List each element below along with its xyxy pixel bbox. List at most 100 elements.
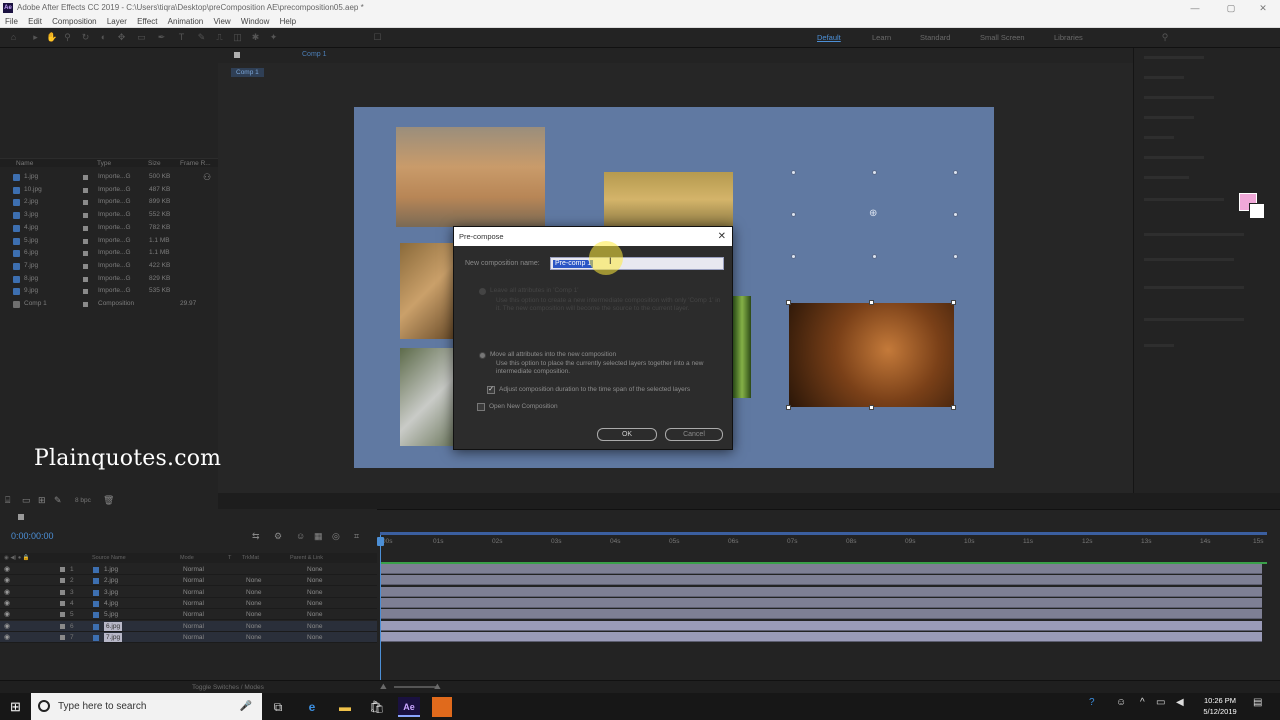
playhead-marker[interactable] (377, 537, 384, 546)
flowchart-icon[interactable]: ⚇ (203, 172, 211, 183)
composition-mini-flowchart-icon[interactable]: ⇆ (252, 531, 260, 542)
new-composition-name-input[interactable]: Pre-comp 1 (550, 257, 724, 270)
layer-row[interactable]: ◉ 2 2.jpg Normal None None (0, 575, 377, 587)
selection-handle[interactable] (786, 405, 791, 410)
pen-tool-icon[interactable]: ✒ (156, 32, 167, 43)
toggle-switches-modes-button[interactable]: Toggle Switches / Modes (192, 684, 264, 691)
close-icon[interactable]: ✕ (718, 227, 726, 246)
volume-icon[interactable]: ◀ (1176, 697, 1184, 708)
transform-handle[interactable] (872, 170, 877, 175)
project-item[interactable]: 5.jpg Importe...G 1.1 MB (0, 235, 218, 248)
butterfly-photo-layer[interactable] (400, 348, 454, 446)
draft-3d-icon[interactable]: ⚙ (274, 531, 282, 542)
maximize-button[interactable]: ▢ (1214, 0, 1248, 16)
eye-icon[interactable]: ◉ (4, 598, 10, 609)
project-item[interactable]: 3.jpg Importe...G 552 KB (0, 209, 218, 222)
project-item[interactable]: 10.jpg Importe...G 487 KB (0, 184, 218, 197)
eye-icon[interactable]: ◉ (4, 632, 10, 643)
trkmat-select[interactable]: None (246, 587, 262, 598)
workspace-default[interactable]: Default (817, 33, 841, 42)
project-item[interactable]: 7.jpg Importe...G 422 KB (0, 260, 218, 273)
current-time-display[interactable]: 0:00:00:00 (11, 531, 54, 541)
mode-select[interactable]: Normal (183, 564, 204, 575)
people-icon[interactable]: ☺ (1116, 697, 1126, 708)
layer-duration-bar-selected[interactable] (381, 620, 1262, 631)
col-t[interactable]: T (228, 555, 231, 561)
eye-icon[interactable]: ◉ (4, 575, 10, 586)
menu-layer[interactable]: Layer (107, 16, 127, 27)
selection-handle[interactable] (951, 300, 956, 305)
layer-duration-bar[interactable] (381, 597, 1262, 608)
cancel-button[interactable]: Cancel (665, 428, 723, 441)
menu-animation[interactable]: Animation (168, 16, 204, 27)
transform-handle[interactable] (791, 170, 796, 175)
layer-duration-bar[interactable] (381, 575, 1262, 586)
mode-select[interactable]: Normal (183, 621, 204, 632)
col-source-name[interactable]: Source Name (92, 555, 126, 561)
project-item[interactable]: 9.jpg Importe...G 535 KB (0, 285, 218, 298)
new-folder-icon[interactable]: ▭ (22, 495, 31, 506)
graph-editor-icon[interactable]: ⌗ (354, 531, 359, 542)
puppet-tool-icon[interactable]: ✦ (268, 32, 279, 43)
layer-row-selected[interactable]: ◉ 6 6.jpg Normal None None (0, 620, 377, 632)
eraser-tool-icon[interactable]: ◫ (232, 32, 243, 43)
project-item[interactable]: 6.jpg Importe...G 1.1 MB (0, 247, 218, 260)
after-effects-taskbar-icon[interactable]: Ae (398, 697, 420, 717)
mode-select[interactable]: Normal (183, 598, 204, 609)
col-parent-link[interactable]: Parent & Link (290, 555, 323, 561)
project-item[interactable]: Comp 1 Composition 29.97 (0, 298, 218, 311)
ok-button[interactable]: OK (597, 428, 657, 441)
brush-tool-icon[interactable]: ✎ (196, 32, 207, 43)
col-frame-rate[interactable]: Frame R... (180, 160, 211, 167)
zoom-slider[interactable] (394, 686, 439, 688)
close-window-button[interactable]: ✕ (1246, 0, 1280, 16)
home-icon[interactable]: ⌂ (8, 32, 19, 43)
layer-row[interactable]: ◉ 1 1.jpg Normal None (0, 564, 377, 575)
parent-select[interactable]: None (307, 632, 323, 643)
type-tool-icon[interactable]: T (176, 32, 187, 43)
selection-handle[interactable] (951, 405, 956, 410)
selection-handle[interactable] (786, 300, 791, 305)
col-size[interactable]: Size (148, 160, 161, 167)
trash-icon[interactable]: 🗑 (103, 495, 114, 506)
project-item[interactable]: 4.jpg Importe...G 782 KB (0, 222, 218, 235)
motion-blur-icon[interactable]: ◎ (332, 531, 340, 542)
selection-tool-icon[interactable]: ▸ (30, 32, 41, 43)
tab-composition[interactable]: Comp 1 (302, 51, 327, 58)
lion-photo-layer[interactable] (789, 303, 954, 407)
trkmat-select[interactable]: None (246, 575, 262, 586)
comp-navigator-tab[interactable]: Comp 1 (231, 68, 264, 77)
sheep-photo-layer[interactable] (604, 172, 733, 227)
clone-stamp-tool-icon[interactable]: ⎍ (214, 32, 225, 43)
parent-select[interactable]: None (307, 587, 323, 598)
leave-attributes-radio[interactable] (479, 288, 486, 295)
camera-tool-icon[interactable]: ◐ (98, 32, 109, 43)
menu-composition[interactable]: Composition (52, 16, 96, 27)
shy-layers-icon[interactable]: ☺ (296, 531, 305, 541)
eye-icon[interactable]: ◉ (4, 621, 10, 632)
adjust-duration-checkbox[interactable]: ✓ (487, 386, 495, 394)
col-name[interactable]: Name (16, 160, 33, 167)
playhead-line[interactable] (380, 535, 381, 680)
notifications-icon[interactable]: ▤ (1253, 697, 1262, 708)
selection-handle[interactable] (869, 300, 874, 305)
av-features-icon[interactable]: ◉ ◀) ● 🔒 (4, 555, 30, 561)
project-settings-icon[interactable]: ✎ (54, 495, 62, 506)
microphone-icon[interactable]: 🎤 (240, 693, 252, 720)
lock-icon[interactable] (234, 52, 240, 58)
open-new-composition-checkbox[interactable] (477, 403, 485, 411)
chevron-up-icon[interactable]: ^ (1140, 697, 1145, 708)
col-trkmat[interactable]: TrkMat (242, 555, 259, 561)
layer-duration-bar[interactable] (381, 586, 1262, 597)
windows-start-icon[interactable]: ⊞ (0, 693, 31, 720)
workspace-standard[interactable]: Standard (920, 33, 950, 42)
project-item[interactable]: 8.jpg Importe...G 829 KB (0, 273, 218, 286)
menu-effect[interactable]: Effect (137, 16, 157, 27)
project-item[interactable]: 1.jpg Importe...G 500 KB (0, 171, 218, 184)
layer-row[interactable]: ◉ 3 3.jpg Normal None None (0, 587, 377, 598)
mode-select[interactable]: Normal (183, 575, 204, 586)
layer-duration-bar[interactable] (381, 564, 1262, 574)
transform-handle[interactable] (872, 254, 877, 259)
zoom-tool-icon[interactable]: ⚲ (62, 32, 73, 43)
file-explorer-icon[interactable]: ▬ (334, 696, 356, 718)
